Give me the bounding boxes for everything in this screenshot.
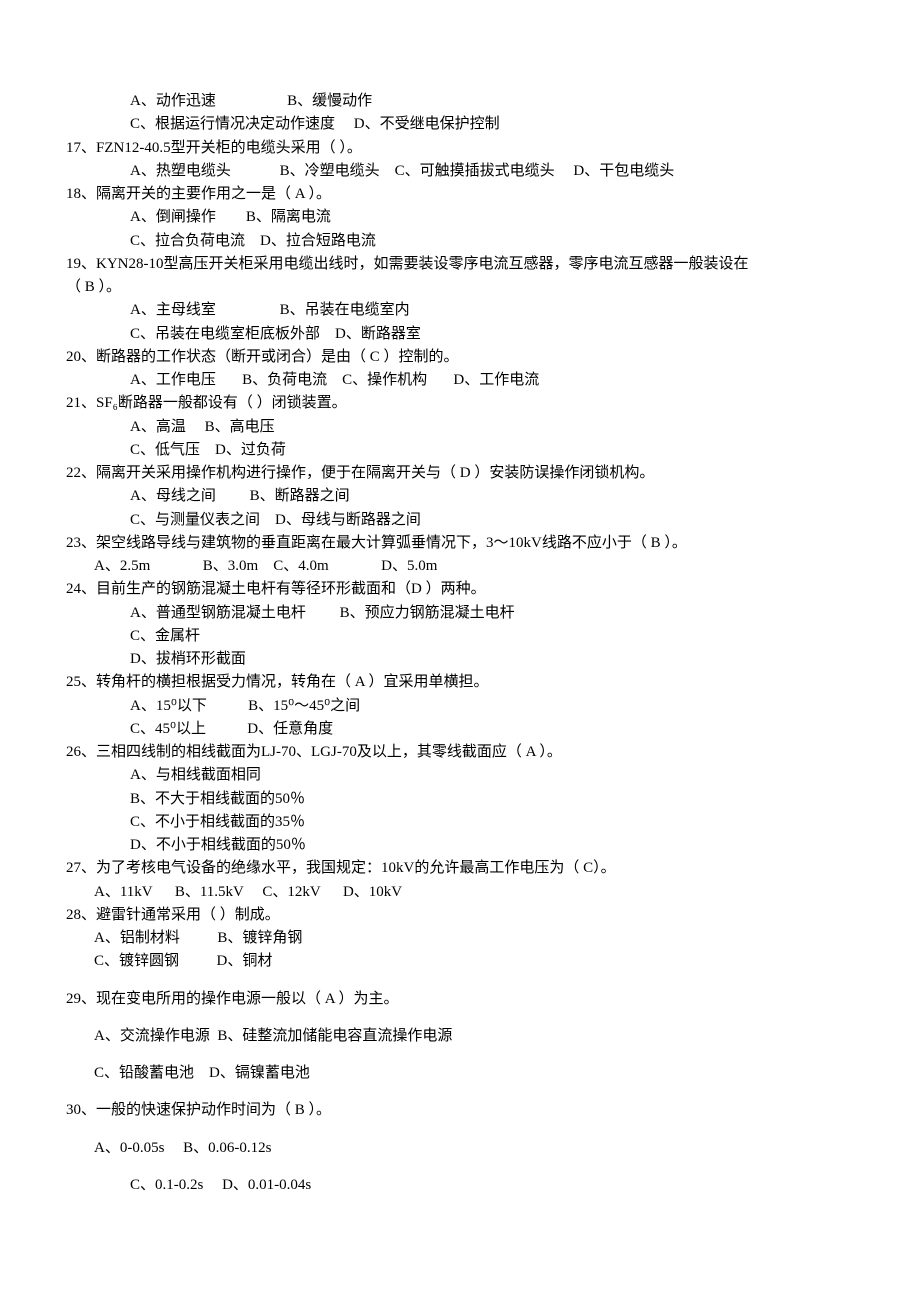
- q24-optC: C、金属杆: [130, 625, 866, 648]
- q22-options-row1: A、母线之间 B、断路器之间: [130, 485, 866, 508]
- q25-optC: C、45⁰以上: [130, 721, 206, 737]
- q22-optA: A、母线之间: [130, 488, 216, 504]
- q19-stem2: （ B ）。: [66, 276, 866, 299]
- q16-optB: B、缓慢动作: [287, 93, 372, 109]
- q21-optA: A、高温: [130, 419, 186, 435]
- q22-stem: 22、隔离开关采用操作机构进行操作，便于在隔离开关与（ D ）安装防误操作闭锁机…: [66, 462, 866, 485]
- q18-options-row1: A、倒闸操作 B、隔离电流: [130, 206, 866, 229]
- q30-optC: C、0.1-0.2s: [130, 1177, 203, 1193]
- q25-stem: 25、转角杆的横担根据受力情况，转角在（ A ）宜采用单横担。: [66, 671, 866, 694]
- q26-stem: 26、三相四线制的相线截面为LJ-70、LGJ-70及以上，其零线截面应（ A …: [66, 741, 866, 764]
- q19-stem1: 19、KYN28-10型高压开关柜采用电缆出线时，如需要装设零序电流互感器，零序…: [66, 253, 866, 276]
- q19-optA: A、主母线室: [130, 302, 216, 318]
- q24-optA: A、普通型钢筋混凝土电杆: [130, 605, 306, 621]
- q28-optD: D、铜材: [217, 953, 273, 969]
- q27-optA: A、11kV: [94, 884, 152, 900]
- q28-optB: B、镀锌角钢: [217, 930, 302, 946]
- q28-optA: A、铝制材料: [94, 930, 180, 946]
- q16-options-row1: A、动作迅速 B、缓慢动作: [130, 90, 866, 113]
- q21-stem: 21、SF₆断路器一般都设有（ ）闭锁装置。: [66, 392, 866, 415]
- q30-options-row1: A、0-0.05s B、0.06-0.12s: [94, 1137, 866, 1160]
- q30-stem: 30、一般的快速保护动作时间为（ B ）。: [66, 1099, 866, 1122]
- q26-optB: B、不大于相线截面的50％: [130, 788, 866, 811]
- q20-optD: D、工作电流: [453, 372, 539, 388]
- q17-optD: D、干包电缆头: [573, 163, 674, 179]
- q29-optA: A、交流操作电源: [94, 1028, 210, 1044]
- q25-optD: D、任意角度: [247, 721, 333, 737]
- q21-optC: C、低气压: [130, 442, 200, 458]
- q26-optD: D、不小于相线截面的50％: [130, 834, 866, 857]
- q27-optB: B、11.5kV: [175, 884, 244, 900]
- q23-optC: C、4.0m: [273, 558, 328, 574]
- q19-options-row2: C、吊装在电缆室柜底板外部 D、断路器室: [130, 323, 866, 346]
- q26-optC: C、不小于相线截面的35％: [130, 811, 866, 834]
- q25-optA: A、15⁰以下: [130, 698, 207, 714]
- q21-options-row1: A、高温 B、高电压: [130, 416, 866, 439]
- q19-optC: C、吊装在电缆室柜底板外部: [130, 326, 320, 342]
- q18-stem: 18、隔离开关的主要作用之一是（ A ）。: [66, 183, 866, 206]
- q19-optB: B、吊装在电缆室内: [280, 302, 410, 318]
- q23-optD: D、5.0m: [381, 558, 437, 574]
- q27-optC: C、12kV: [262, 884, 320, 900]
- document-page: A、动作迅速 B、缓慢动作 C、根据运行情况决定动作速度 D、不受继电保护控制 …: [0, 0, 920, 1257]
- q27-options: A、11kV B、11.5kV C、12kV D、10kV: [94, 881, 866, 904]
- q20-optC: C、操作机构: [342, 372, 427, 388]
- q17-stem: 17、FZN12-40.5型开关柜的电缆头采用（ ）。: [66, 137, 866, 160]
- q26-optA: A、与相线截面相同: [130, 764, 866, 787]
- q28-optC: C、镀锌圆钢: [94, 953, 179, 969]
- q28-options-row2: C、镀锌圆钢 D、铜材: [94, 950, 866, 973]
- q22-optC: C、与测量仪表之间: [130, 512, 260, 528]
- q30-options-row2: C、0.1-0.2s D、0.01-0.04s: [130, 1174, 866, 1197]
- q18-optC: C、拉合负荷电流: [130, 233, 245, 249]
- q23-optA: A、2.5m: [94, 558, 150, 574]
- q24-options-row1: A、普通型钢筋混凝土电杆 B、预应力钢筋混凝土电杆: [130, 602, 866, 625]
- q20-stem: 20、断路器的工作状态（断开或闭合）是由（ C ）控制的。: [66, 346, 866, 369]
- q29-optD: D、镉镍蓄电池: [209, 1065, 310, 1081]
- q19-optD: D、断路器室: [335, 326, 421, 342]
- q21-options-row2: C、低气压 D、过负荷: [130, 439, 866, 462]
- q18-optA: A、倒闸操作: [130, 209, 216, 225]
- q25-options-row2: C、45⁰以上 D、任意角度: [130, 718, 866, 741]
- q25-optB: B、15⁰～45⁰之间: [248, 698, 360, 714]
- q21-optD: D、过负荷: [215, 442, 286, 458]
- q23-stem: 23、架空线路导线与建筑物的垂直距离在最大计算弧垂情况下，3～10kV线路不应小…: [66, 532, 866, 555]
- q16-optC: C、根据运行情况决定动作速度: [130, 116, 335, 132]
- q30-optD: D、0.01-0.04s: [222, 1177, 311, 1193]
- q17-optB: B、冷塑电缆头: [280, 163, 380, 179]
- q30-optA: A、0-0.05s: [94, 1140, 164, 1156]
- q27-stem: 27、为了考核电气设备的绝缘水平，我国规定：10kV的允许最高工作电压为（ C）…: [66, 857, 866, 880]
- q18-optD: D、拉合短路电流: [260, 233, 376, 249]
- q17-options: A、热塑电缆头 B、冷塑电缆头 C、可触摸插拔式电缆头 D、干包电缆头: [130, 160, 866, 183]
- q21-optB: B、高电压: [205, 419, 275, 435]
- q24-optD: D、拔梢环形截面: [130, 648, 866, 671]
- q24-optB: B、预应力钢筋混凝土电杆: [340, 605, 515, 621]
- q24-stem: 24、目前生产的钢筋混凝土电杆有等径环形截面和（D ）两种。: [66, 578, 866, 601]
- q17-optA: A、热塑电缆头: [130, 163, 231, 179]
- q23-options: A、2.5m B、3.0m C、4.0m D、5.0m: [94, 555, 866, 578]
- q28-stem: 28、避雷针通常采用（ ）制成。: [66, 904, 866, 927]
- q16-options-row2: C、根据运行情况决定动作速度 D、不受继电保护控制: [130, 113, 866, 136]
- q29-stem: 29、现在变电所用的操作电源一般以（ A ）为主。: [66, 988, 866, 1011]
- q30-optB: B、0.06-0.12s: [183, 1140, 271, 1156]
- q28-options-row1: A、铝制材料 B、镀锌角钢: [94, 927, 866, 950]
- q27-optD: D、10kV: [343, 884, 402, 900]
- q22-optD: D、母线与断路器之间: [275, 512, 421, 528]
- q29-optB: B、硅整流加储能电容直流操作电源: [217, 1028, 452, 1044]
- q29-options-row2: C、铅酸蓄电池 D、镉镍蓄电池: [94, 1062, 866, 1085]
- q17-optC: C、可触摸插拔式电缆头: [395, 163, 555, 179]
- q19-options-row1: A、主母线室 B、吊装在电缆室内: [130, 299, 866, 322]
- q18-options-row2: C、拉合负荷电流 D、拉合短路电流: [130, 230, 866, 253]
- q16-optD: D、不受继电保护控制: [354, 116, 500, 132]
- q29-options-row1: A、交流操作电源 B、硅整流加储能电容直流操作电源: [94, 1025, 866, 1048]
- q25-options-row1: A、15⁰以下 B、15⁰～45⁰之间: [130, 695, 866, 718]
- q18-optB: B、隔离电流: [246, 209, 331, 225]
- q23-optB: B、3.0m: [203, 558, 258, 574]
- q20-optA: A、工作电压: [130, 372, 216, 388]
- q22-options-row2: C、与测量仪表之间 D、母线与断路器之间: [130, 509, 866, 532]
- q20-options: A、工作电压 B、负荷电流 C、操作机构 D、工作电流: [130, 369, 866, 392]
- q22-optB: B、断路器之间: [250, 488, 350, 504]
- q20-optB: B、负荷电流: [242, 372, 327, 388]
- q29-optC: C、铅酸蓄电池: [94, 1065, 194, 1081]
- q16-optA: A、动作迅速: [130, 93, 216, 109]
